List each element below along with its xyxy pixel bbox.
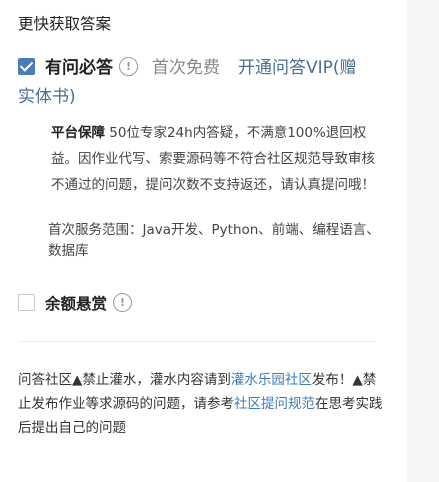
option-paid-answer[interactable]: 有问必答! 首次免费 开通问答VIP(赠 实体书) <box>18 55 388 111</box>
platform-guarantee: 平台保障 50位专家24h内答疑，不满意100%退回权益。因作业代写、索要源码等… <box>51 120 381 198</box>
divider <box>18 341 376 342</box>
right-sidebar-strip <box>407 0 439 482</box>
community-rules: 问答社区▲禁止灌水，灌水内容请到灌水乐园社区发布！▲禁止发布作业等求源码的问题，… <box>18 368 383 440</box>
help-icon[interactable]: ! <box>113 293 133 312</box>
paid-answer-label: 有问必答 <box>45 58 113 78</box>
vip-link-continued[interactable]: 实体书) <box>18 84 388 111</box>
bounty-label: 余额悬赏 <box>45 295 108 313</box>
first-free-text: 首次免费 <box>152 58 220 78</box>
vip-link[interactable]: 开通问答VIP(赠 <box>238 58 357 78</box>
question-guidelines-link[interactable]: 社区提问规范 <box>234 396 315 412</box>
option-balance-bounty[interactable]: 余额悬赏! <box>18 292 133 316</box>
section-title: 更快获取答案 <box>18 15 112 33</box>
help-icon[interactable]: ! <box>119 56 138 76</box>
paid-answer-checkbox[interactable] <box>18 57 35 75</box>
bounty-checkbox[interactable] <box>18 294 35 311</box>
guarantee-label: 平台保障 <box>51 125 105 141</box>
rules-text-1: 问答社区▲禁止灌水，灌水内容请到 <box>18 372 231 388</box>
water-park-link[interactable]: 灌水乐园社区 <box>231 372 312 388</box>
service-scope: 首次服务范围：Java开发、Python、前端、编程语言、数据库 <box>48 222 380 259</box>
